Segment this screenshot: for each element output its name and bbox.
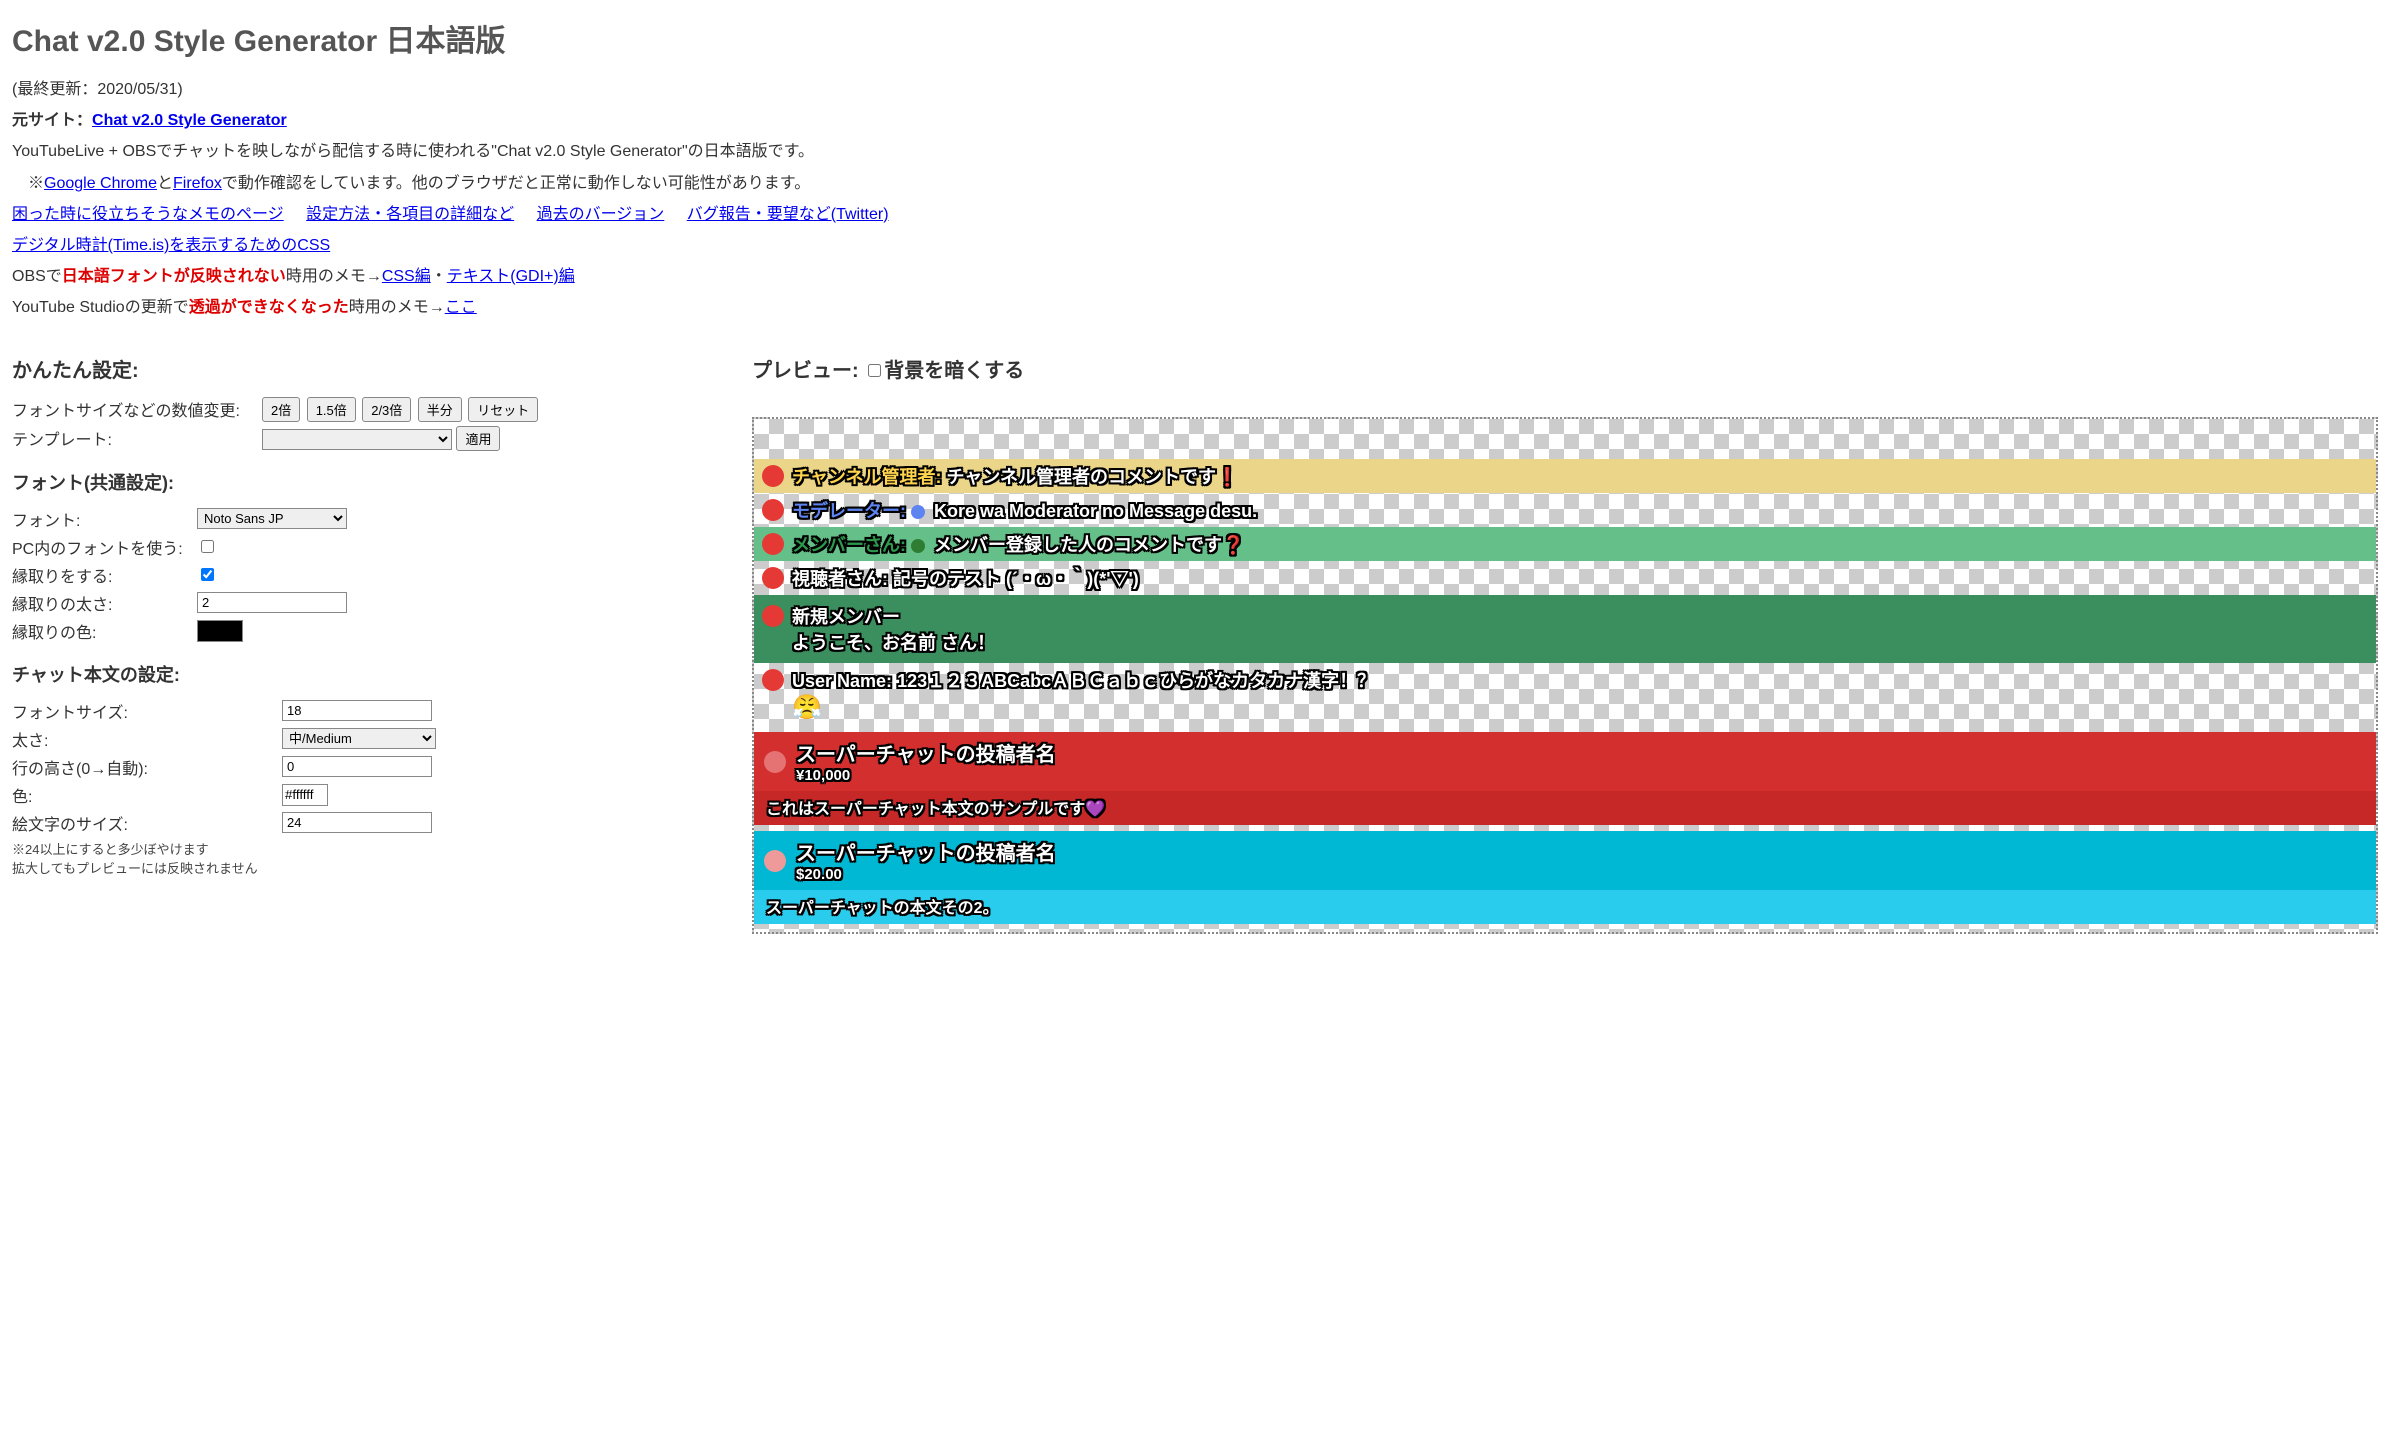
- weight-label: 太さ:: [12, 727, 282, 751]
- link-past[interactable]: 過去のバージョン: [537, 206, 665, 223]
- avatar-icon: [762, 605, 784, 627]
- member-name: メンバーさん:: [792, 535, 906, 555]
- preview-heading: プレビュー:: [752, 360, 864, 382]
- member-msg: メンバー登録した人のコメントです❓: [934, 535, 1244, 555]
- outline-c-input[interactable]: [197, 620, 243, 642]
- easy-heading: かんたん設定:: [12, 354, 712, 383]
- pcfont-label: PC内のフォントを使う:: [12, 535, 197, 559]
- color-input[interactable]: [282, 784, 328, 806]
- member-badge-icon: [911, 539, 925, 553]
- weight-select[interactable]: 中/Medium: [282, 728, 436, 749]
- outline-w-input[interactable]: [197, 592, 347, 613]
- chat-line-viewer: 視聴者さん: 記号のテスト (´・ω・｀)(*'▽'): [754, 561, 2376, 595]
- outline-label: 縁取りをする:: [12, 563, 197, 587]
- user-name: User Name:: [792, 671, 892, 691]
- link-firefox[interactable]: Firefox: [173, 175, 222, 192]
- source-link[interactable]: Chat v2.0 Style Generator: [92, 112, 287, 129]
- last-updated: (最終更新：2020/05/31): [12, 76, 2378, 103]
- link-chrome[interactable]: Google Chrome: [44, 175, 157, 192]
- mod-badge-icon: [911, 505, 925, 519]
- dark-bg-checkbox[interactable]: [868, 364, 881, 377]
- mod-name: モデレーター:: [792, 501, 906, 521]
- lineheight-input[interactable]: [282, 756, 432, 777]
- avatar-icon: [762, 499, 784, 521]
- user-msg: 123１２３ABCabcＡＢＣａｂｃひらがなカタカナ漢字！？: [897, 671, 1375, 691]
- font-heading: フォント(共通設定):: [12, 469, 712, 495]
- viewer-name: 視聴者さん:: [792, 569, 888, 589]
- mod-msg: Kore wa Moderator no Message desu.: [934, 501, 1257, 521]
- link-memo[interactable]: 困った時に役立ちそうなメモのページ: [12, 206, 284, 223]
- viewer-msg: 記号のテスト (´・ω・｀)(*'▽'): [893, 569, 1139, 589]
- avatar-icon: [762, 669, 784, 691]
- emoji-note1: ※24以上にすると多少ぼやけます: [12, 839, 712, 858]
- font-select[interactable]: Noto Sans JP: [197, 508, 347, 529]
- link-settings[interactable]: 設定方法・各項目の詳細など: [306, 206, 514, 223]
- outline-checkbox[interactable]: [201, 568, 214, 581]
- template-label: テンプレート:: [12, 426, 262, 450]
- btn-2x[interactable]: 2倍: [262, 397, 300, 422]
- chat-line-mod: モデレーター: Kore wa Moderator no Message des…: [754, 493, 2376, 527]
- superchat-cyan: スーパーチャットの投稿者名 $20.00 スーパーチャットの本文その2。: [754, 831, 2376, 924]
- superchat-red: スーパーチャットの投稿者名 ¥10,000 これはスーパーチャット本文のサンプル…: [754, 732, 2376, 825]
- btn-1-5x[interactable]: 1.5倍: [307, 397, 356, 422]
- page-title: Chat v2.0 Style Generator 日本語版: [12, 16, 2378, 60]
- link-yt-here[interactable]: ここ: [445, 299, 477, 316]
- btn-2-3x[interactable]: 2/3倍: [362, 397, 411, 422]
- sc1-name: スーパーチャットの投稿者名: [796, 744, 1056, 766]
- link-obs-gdi[interactable]: テキスト(GDI+)編: [447, 268, 575, 285]
- emoji-input[interactable]: [282, 812, 432, 833]
- avatar-icon: [764, 850, 786, 872]
- template-select[interactable]: [262, 429, 452, 450]
- preview-box: チャンネル管理者: チャンネル管理者のコメントです❗ モデレーター: Kore …: [752, 417, 2378, 934]
- newmember-msg: ようこそ、お名前 さん！: [792, 633, 995, 653]
- chat-line-member: メンバーさん: メンバー登録した人のコメントです❓: [754, 527, 2376, 561]
- chat-line-owner: チャンネル管理者: チャンネル管理者のコメントです❗: [754, 459, 2376, 493]
- chat-line-newmember: 新規メンバー ようこそ、お名前 さん！: [754, 595, 2376, 663]
- color-label: 色:: [12, 783, 282, 807]
- dark-bg-label: 背景を暗くする: [884, 360, 1024, 382]
- link-timeis[interactable]: デジタル時計(Time.is)を表示するためのCSS: [12, 237, 330, 254]
- avatar-icon: [762, 567, 784, 589]
- sc2-amount: $20.00: [796, 866, 842, 883]
- emoji-label: 絵文字のサイズ:: [12, 811, 282, 835]
- link-twitter[interactable]: バグ報告・要望など(Twitter): [687, 206, 889, 223]
- sc2-name: スーパーチャットの投稿者名: [796, 843, 1056, 865]
- pcfont-checkbox[interactable]: [201, 540, 214, 553]
- btn-apply[interactable]: 適用: [456, 426, 500, 451]
- sc1-amount: ¥10,000: [796, 767, 850, 784]
- owner-msg: チャンネル管理者のコメントです❗: [946, 467, 1238, 487]
- link-obs-css[interactable]: CSS編: [382, 268, 431, 285]
- avatar-icon: [762, 533, 784, 555]
- chat-line-user: User Name: 123１２３ABCabcＡＢＣａｂｃひらがなカタカナ漢字！…: [754, 663, 2376, 726]
- description: YouTubeLive + OBSでチャットを映しながら配信する時に使われる"C…: [12, 138, 2378, 165]
- font-label: フォント:: [12, 507, 197, 531]
- scale-label: フォントサイズなどの数値変更:: [12, 397, 262, 421]
- emoji-note2: 拡大してもプレビューには反映されません: [12, 858, 712, 877]
- btn-reset[interactable]: リセット: [468, 397, 538, 422]
- avatar-icon: [762, 465, 784, 487]
- size-input[interactable]: [282, 700, 432, 721]
- newmember-title: 新規メンバー: [792, 607, 900, 627]
- user-emoji: 😤: [792, 694, 822, 721]
- sc1-body: これはスーパーチャット本文のサンプルです💜: [754, 791, 2376, 825]
- lineheight-label: 行の高さ(0→自動):: [12, 755, 282, 779]
- yt-red-note: 透過ができなくなった: [189, 299, 349, 316]
- outline-c-label: 縁取りの色:: [12, 619, 197, 643]
- size-label: フォントサイズ:: [12, 699, 282, 723]
- btn-half[interactable]: 半分: [418, 397, 462, 422]
- outline-w-label: 縁取りの太さ:: [12, 591, 197, 615]
- sc2-body: スーパーチャットの本文その2。: [754, 890, 2376, 924]
- source-prefix: 元サイト：: [12, 112, 92, 129]
- owner-name: チャンネル管理者:: [792, 467, 941, 487]
- obs-red-note: 日本語フォントが反映されない: [62, 268, 286, 285]
- chatbody-heading: チャット本文の設定:: [12, 661, 712, 687]
- avatar-icon: [764, 751, 786, 773]
